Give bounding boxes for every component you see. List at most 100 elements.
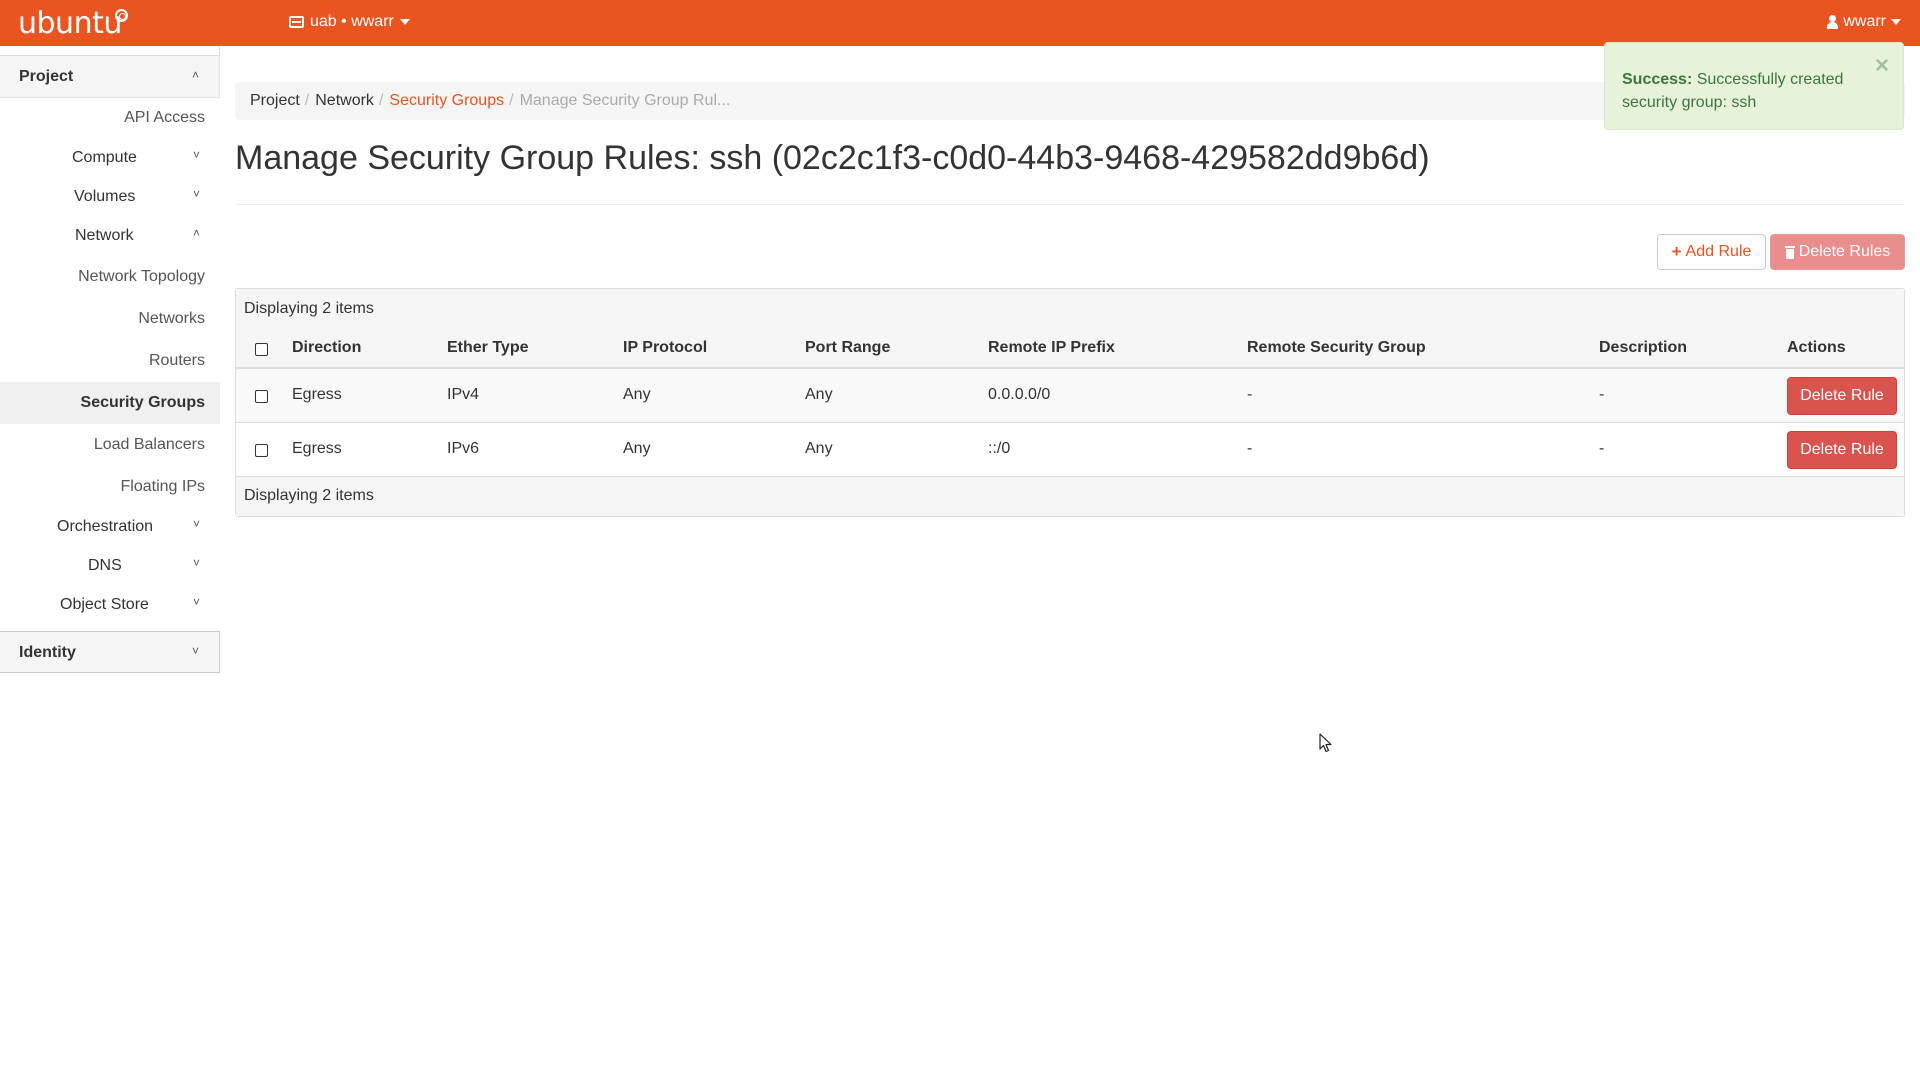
column-header-direction[interactable]: Direction [292, 339, 361, 357]
chevron-down-icon: ˅ [191, 644, 199, 658]
sidebar-item-label: Object Store [60, 596, 149, 613]
chevron-up-icon: ˄ [192, 226, 200, 240]
chevron-down-icon: ˅ [192, 595, 200, 609]
sidebar-item-label: Orchestration [57, 518, 154, 535]
delete-rules-label: Delete Rules [1798, 243, 1891, 260]
sidebar-item-label: DNS [88, 557, 122, 574]
alert-title: Success: [1622, 71, 1693, 88]
title-divider [235, 204, 1905, 205]
sidebar-item-label: Load Balancers [93, 436, 205, 453]
cell-port-range: Any [805, 386, 833, 403]
sidebar-divider [0, 46, 220, 56]
breadcrumb-separator: / [509, 92, 514, 109]
user-icon [1827, 15, 1839, 29]
sidebar-item-orchestration[interactable]: Orchestration ˅ [0, 508, 220, 547]
plus-icon: + [1671, 242, 1682, 261]
cell-ip-protocol: Any [623, 440, 651, 457]
row-checkbox[interactable] [255, 444, 268, 457]
sidebar-section-project[interactable]: Project ˄ [0, 56, 220, 98]
rules-table: Displaying 2 items Direction Ether Type … [235, 288, 1905, 517]
cell-port-range: Any [805, 440, 833, 457]
project-icon [289, 16, 304, 28]
sidebar-item-label: Routers [148, 352, 205, 369]
breadcrumb-link-security-groups[interactable]: Security Groups [389, 92, 504, 110]
select-all-checkbox[interactable] [255, 343, 268, 356]
page-title: Manage Security Group Rules: ssh (02c2c1… [235, 139, 1430, 177]
breadcrumb-item-network: Network [315, 92, 374, 109]
table-item-count: Displaying 2 items [236, 289, 1904, 329]
sidebar-item-floating-ips[interactable]: Floating IPs [0, 466, 220, 508]
cell-ether-type: IPv4 [447, 386, 480, 403]
close-icon[interactable]: × [1875, 54, 1889, 78]
sidebar-item-label: Networks [138, 310, 205, 327]
user-menu-label: wwarr [1843, 13, 1886, 30]
table-row: Egress IPv6 Any Any ::/0 - - Delete Rule [236, 423, 1904, 477]
user-menu[interactable]: wwarr [1827, 13, 1901, 31]
sidebar-item-api-access[interactable]: API Access [0, 98, 220, 139]
table-header: Direction Ether Type IP Protocol Port Ra… [236, 329, 1904, 369]
success-alert: Success: Successfully created security g… [1604, 42, 1904, 130]
table-row: Egress IPv4 Any Any 0.0.0.0/0 - - Delete… [236, 369, 1904, 423]
chevron-up-icon: ˄ [191, 68, 199, 82]
sidebar-section-label: Identity [19, 644, 76, 661]
sidebar: Project ˄ API Access Compute ˅ Volumes ˅… [0, 46, 220, 673]
trash-icon [1784, 245, 1795, 259]
column-header-ether-type[interactable]: Ether Type [447, 339, 529, 357]
sidebar-item-networks[interactable]: Networks [0, 298, 220, 340]
breadcrumb-item-project: Project [250, 92, 300, 109]
cell-ip-protocol: Any [623, 386, 651, 403]
sidebar-item-label: Network Topology [78, 268, 205, 285]
column-header-ip-protocol[interactable]: IP Protocol [623, 339, 707, 357]
sidebar-item-object-store[interactable]: Object Store ˅ [0, 586, 220, 625]
ubuntu-logo[interactable]: ubuntu [18, 6, 122, 41]
chevron-down-icon: ˅ [192, 148, 200, 162]
sidebar-item-label: API Access [124, 109, 205, 126]
sidebar-item-dns[interactable]: DNS ˅ [0, 547, 220, 586]
table-footer-count: Displaying 2 items [236, 477, 1904, 516]
cell-description: - [1599, 386, 1605, 403]
mouse-pointer-icon [1319, 733, 1332, 753]
column-header-port-range[interactable]: Port Range [805, 339, 890, 357]
chevron-down-icon: ˅ [192, 517, 200, 531]
column-header-remote-security-group[interactable]: Remote Security Group [1247, 339, 1426, 357]
sidebar-item-label: Network [75, 227, 134, 244]
sidebar-item-load-balancers[interactable]: Load Balancers [0, 424, 220, 466]
delete-rule-button[interactable]: Delete Rule [1787, 377, 1897, 415]
sidebar-item-network[interactable]: Network ˄ [0, 217, 220, 256]
sidebar-section-label: Project [19, 68, 74, 85]
sidebar-item-routers[interactable]: Routers [0, 340, 220, 382]
delete-rules-button[interactable]: Delete Rules [1770, 234, 1905, 270]
sidebar-item-label: Security Groups [80, 394, 205, 411]
top-navbar: ubuntu uab • wwarr wwarr [0, 0, 1920, 46]
project-switcher[interactable]: uab • wwarr [289, 13, 410, 31]
sidebar-item-network-topology[interactable]: Network Topology [0, 256, 220, 298]
cell-remote-security-group: - [1247, 386, 1253, 403]
sidebar-item-label: Volumes [74, 188, 136, 205]
column-header-actions: Actions [1787, 339, 1846, 356]
column-header-description[interactable]: Description [1599, 339, 1687, 357]
chevron-down-icon: ˅ [192, 187, 200, 201]
sidebar-section-identity[interactable]: Identity ˅ [0, 631, 220, 673]
cell-ether-type: IPv6 [447, 440, 480, 457]
delete-rule-button[interactable]: Delete Rule [1787, 431, 1897, 469]
row-checkbox[interactable] [255, 390, 268, 403]
sidebar-item-security-groups[interactable]: Security Groups [0, 382, 220, 424]
breadcrumb-current: Manage Security Group Rul... [519, 92, 731, 109]
chevron-down-icon: ˅ [192, 556, 200, 570]
cell-remote-ip-prefix: 0.0.0.0/0 [988, 386, 1051, 403]
caret-down-icon [399, 19, 410, 25]
cell-description: - [1599, 440, 1605, 457]
sidebar-item-volumes[interactable]: Volumes ˅ [0, 178, 220, 217]
cell-remote-security-group: - [1247, 440, 1253, 457]
add-rule-label: Add Rule [1685, 243, 1752, 260]
cell-remote-ip-prefix: ::/0 [988, 440, 1011, 457]
column-header-remote-ip-prefix[interactable]: Remote IP Prefix [988, 339, 1115, 357]
project-switcher-label: uab • wwarr [310, 13, 394, 30]
add-rule-button[interactable]: + Add Rule [1657, 234, 1766, 270]
breadcrumb-separator: / [378, 92, 384, 109]
breadcrumb-separator: / [304, 92, 310, 109]
cell-direction: Egress [292, 386, 342, 403]
caret-down-icon [1891, 19, 1901, 25]
cell-direction: Egress [292, 440, 342, 457]
sidebar-item-compute[interactable]: Compute ˅ [0, 139, 220, 178]
